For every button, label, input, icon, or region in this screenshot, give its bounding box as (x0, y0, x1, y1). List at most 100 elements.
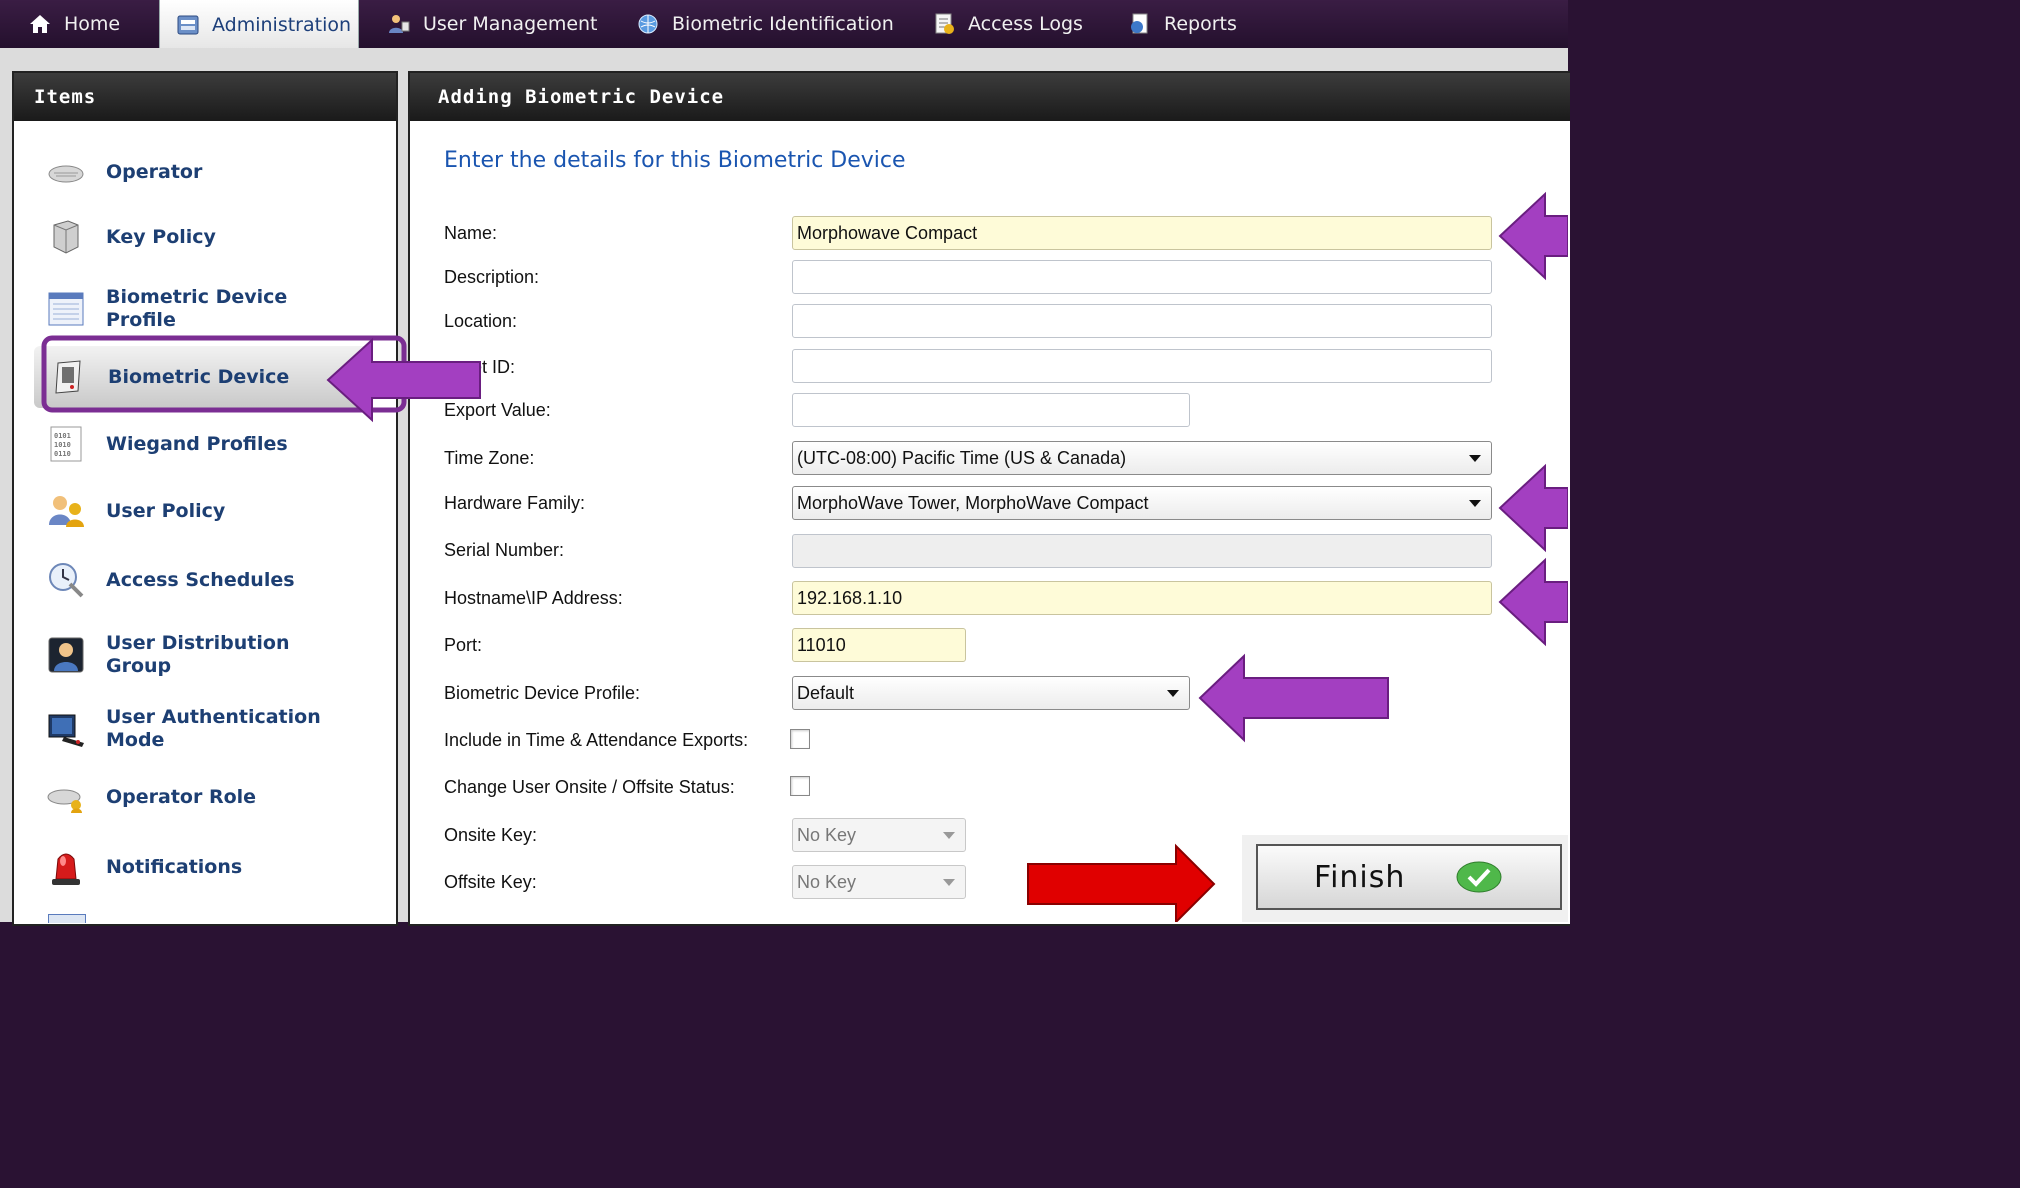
distribution-group-icon (48, 637, 84, 673)
offsite-key-label: Offsite Key: (444, 872, 537, 892)
location-label: Location: (444, 311, 518, 331)
nav-tab-biometric-identification[interactable]: Biometric Identification (636, 0, 894, 48)
biometric-device-profile-select[interactable]: Default (792, 676, 1190, 710)
chevron-down-icon[interactable] (943, 831, 955, 839)
sidebar-item-user-authentication-mode[interactable]: User Authentication Mode (32, 704, 386, 754)
location-input[interactable] (792, 304, 1492, 338)
access-schedules-icon (49, 563, 84, 598)
home-icon (30, 15, 50, 33)
nav-tab-label: Reports (1164, 13, 1237, 35)
asset-id-input[interactable] (792, 349, 1492, 383)
offsite-key-value: No Key (797, 871, 857, 892)
time-zone-value: (UTC-08:00) Pacific Time (US & Canada) (797, 447, 1127, 468)
export-value-label: Export Value: (444, 400, 551, 420)
finish-button[interactable]: Finish (1256, 844, 1562, 910)
hardware-family-value: MorphoWave Tower, MorphoWave Compact (797, 492, 1149, 513)
nav-tab-label: Access Logs (968, 13, 1083, 35)
sidebar-item-key-policy[interactable]: Key Policy (32, 215, 386, 259)
nav-tab-administration[interactable]: Administration (159, 0, 359, 49)
authentication-mode-icon (48, 714, 84, 747)
name-label: Name: (444, 223, 498, 243)
description-input[interactable] (792, 260, 1492, 294)
sidebar-item-partial (48, 914, 86, 923)
chevron-down-icon[interactable] (1167, 689, 1179, 697)
sidebar-item-biometric-device-profile[interactable]: Biometric Device Profile (32, 284, 386, 334)
sidebar-item-label: Wiegand Profiles (106, 432, 288, 455)
administration-icon (177, 15, 199, 34)
sidebar-item-label: Biometric Device (108, 365, 290, 388)
nav-tab-access-logs[interactable]: Access Logs (932, 0, 1083, 48)
svg-text:1010: 1010 (54, 441, 71, 449)
nav-tab-home[interactable]: Home (28, 0, 120, 48)
nav-tab-label: User Management (423, 13, 598, 35)
svg-text:0110: 0110 (54, 450, 71, 458)
sidebar-item-label: User Policy (106, 499, 226, 522)
biometric-device-profile-value: Default (797, 682, 855, 703)
checkmark-icon (1456, 861, 1502, 893)
hardware-family-select[interactable]: MorphoWave Tower, MorphoWave Compact (792, 486, 1492, 520)
sidebar-item-user-policy[interactable]: User Policy (32, 489, 386, 533)
hostname-label: Hostname\IP Address: (444, 588, 623, 608)
form-panel-header: Adding Biometric Device (410, 73, 1570, 121)
hostname-input[interactable]: 192.168.1.10 (792, 581, 1492, 615)
sidebar-item-wiegand-profiles[interactable]: 0101 1010 0110 Wiegand Profiles (32, 422, 386, 466)
device-profile-icon (48, 292, 84, 326)
sidebar-item-access-schedules[interactable]: Access Schedules (32, 558, 386, 602)
asset-id-label: et ID: (472, 357, 516, 377)
biometric-device-profile-label: Biometric Device Profile: (444, 683, 641, 703)
onsite-key-value: No Key (797, 824, 857, 845)
offsite-key-select[interactable]: No Key (792, 865, 966, 899)
sidebar-item-label: User Authentication Mode (106, 706, 321, 751)
chevron-down-icon[interactable] (1469, 499, 1481, 507)
serial-number-label: Serial Number: (444, 540, 565, 560)
sidebar-item-operator[interactable]: Operator (32, 150, 386, 194)
sidebar-item-label: Key Policy (106, 225, 216, 248)
time-zone-select[interactable]: (UTC-08:00) Pacific Time (US & Canada) (792, 441, 1492, 475)
description-label: Description: (444, 267, 540, 287)
biometric-device-icon (55, 360, 81, 394)
nav-tab-label: Biometric Identification (672, 13, 894, 35)
globe-icon (638, 14, 658, 34)
sidebar-item-label: Operator (106, 160, 203, 183)
sidebar-item-operator-role[interactable]: Operator Role (32, 775, 386, 819)
svg-text:0101: 0101 (54, 432, 71, 440)
key-policy-icon (53, 220, 79, 254)
keyboard-icon (48, 165, 84, 183)
nav-tab-reports[interactable]: Reports (1128, 0, 1237, 48)
nav-tab-label: Home (64, 13, 121, 35)
siren-icon (52, 853, 80, 885)
form-intro-text: Enter the details for this Biometric Dev… (444, 148, 906, 173)
items-panel-header: Items (14, 73, 396, 121)
port-input[interactable]: 11010 (792, 628, 966, 662)
include-time-attendance-checkbox[interactable] (790, 729, 810, 749)
top-navigation-bar: Home Administration User Management Biom… (0, 0, 1568, 49)
include-time-attendance-label: Include in Time & Attendance Exports: (444, 730, 749, 750)
user-management-icon (389, 15, 410, 33)
sidebar-item-label: Notifications (106, 855, 243, 878)
operator-role-icon (47, 789, 82, 813)
sidebar-item-label: Biometric Device Profile (106, 286, 288, 331)
nav-tab-user-management[interactable]: User Management (387, 0, 598, 48)
change-onsite-status-label: Change User Onsite / Offsite Status: (444, 777, 735, 797)
form-panel: Adding Biometric Device Enter the detail… (408, 71, 1570, 926)
finish-area: Finish (1242, 835, 1568, 922)
finish-button-label: Finish (1314, 859, 1406, 895)
reports-icon (1131, 13, 1148, 34)
export-value-input[interactable] (792, 393, 1190, 427)
sidebar-item-user-distribution-group[interactable]: User Distribution Group (32, 630, 386, 680)
access-logs-icon (935, 13, 954, 34)
nav-tab-label: Administration (212, 13, 352, 36)
onsite-key-label: Onsite Key: (444, 825, 538, 845)
chevron-down-icon[interactable] (1469, 454, 1481, 462)
change-onsite-status-checkbox[interactable] (790, 776, 810, 796)
user-policy-icon (49, 496, 84, 527)
name-input[interactable]: Morphowave Compact (792, 216, 1492, 250)
sidebar-item-biometric-device[interactable]: Biometric Device (34, 346, 370, 408)
wiegand-icon: 0101 1010 0110 (50, 426, 82, 462)
serial-number-input[interactable] (792, 534, 1492, 568)
sidebar-item-notifications[interactable]: Notifications (32, 844, 386, 890)
onsite-key-select[interactable]: No Key (792, 818, 966, 852)
sidebar-item-label: User Distribution Group (106, 632, 290, 677)
chevron-down-icon[interactable] (943, 878, 955, 886)
port-label: Port: (444, 635, 483, 655)
